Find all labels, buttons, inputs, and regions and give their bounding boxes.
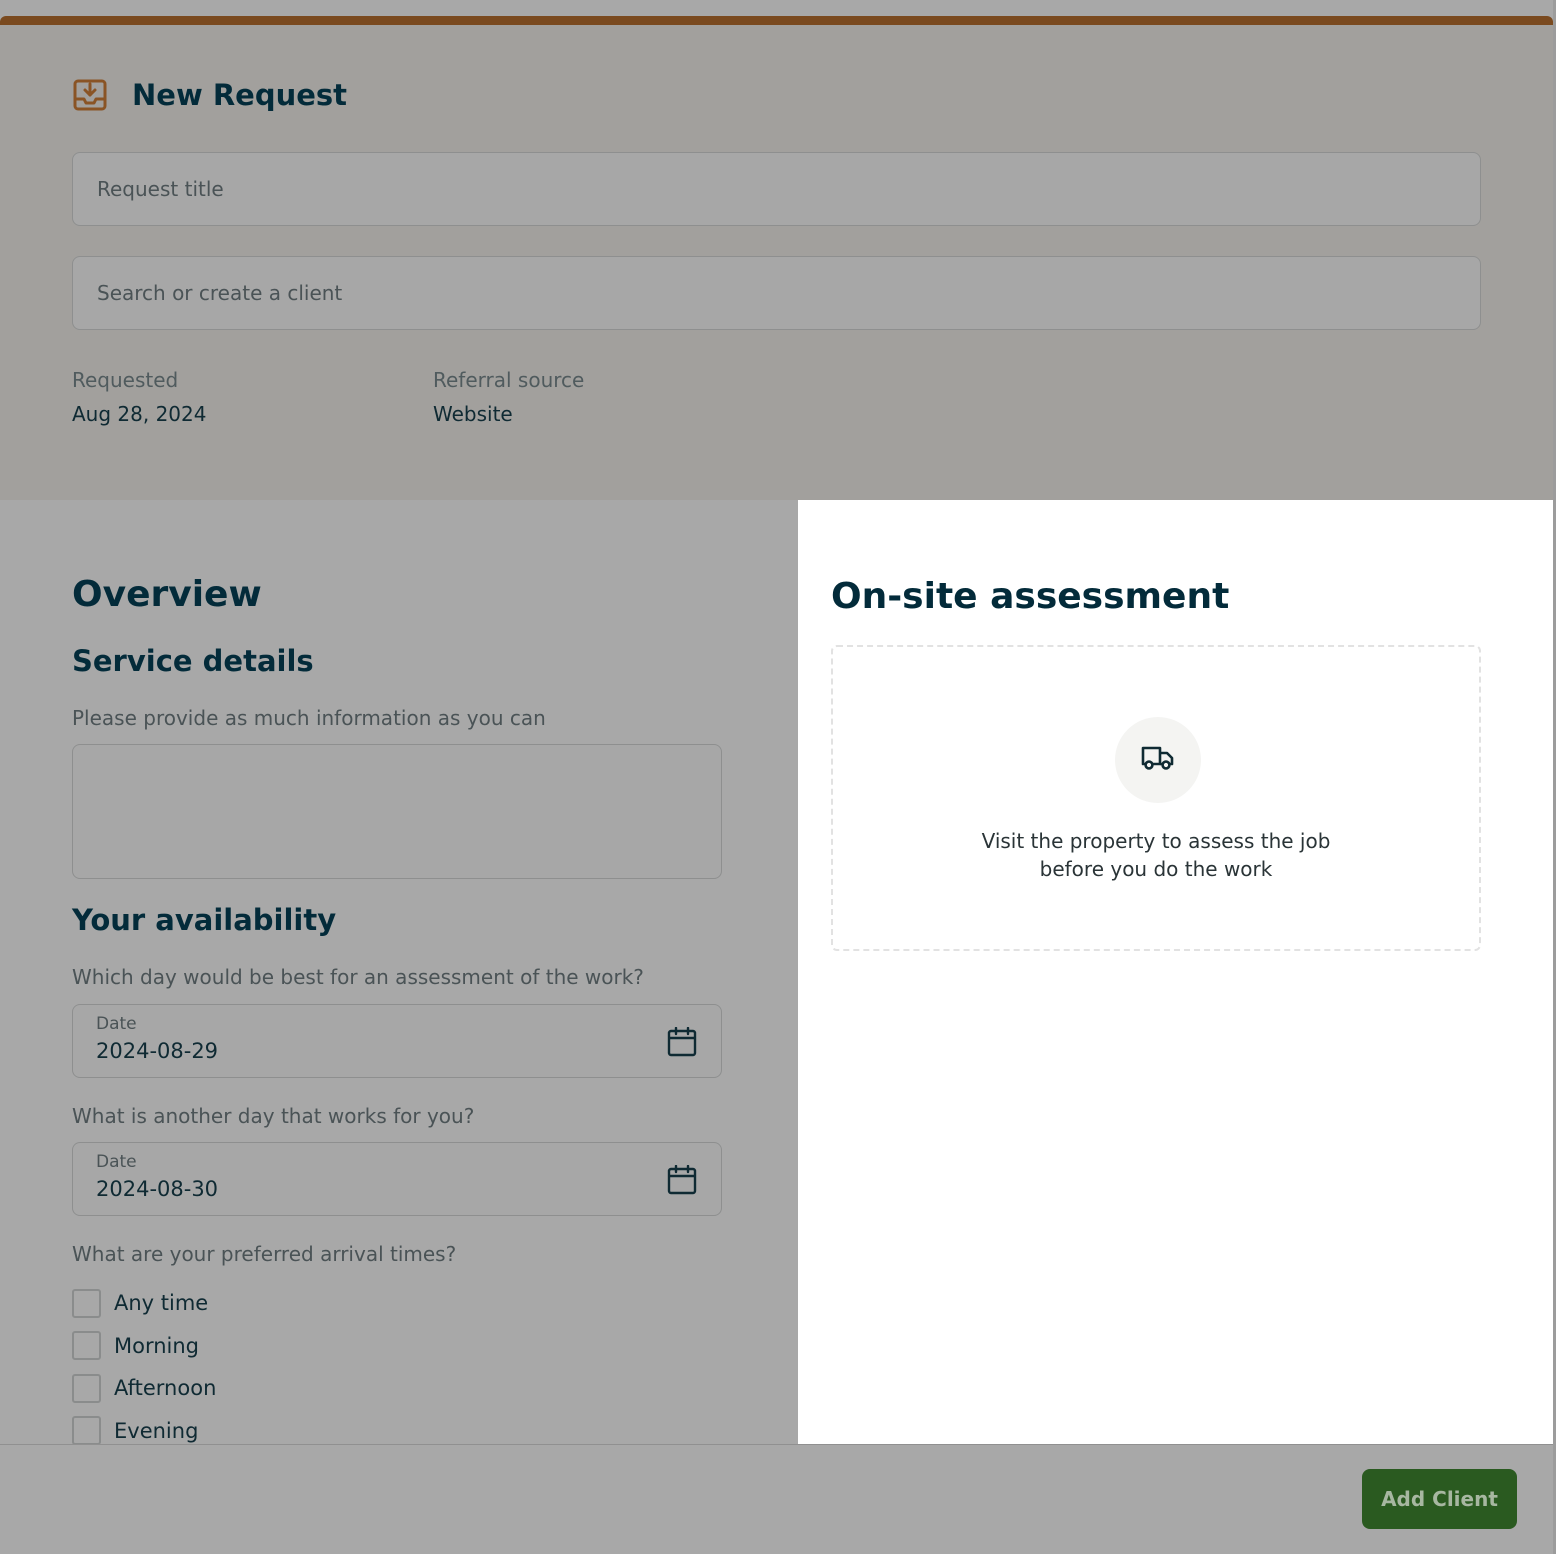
top-strip <box>0 0 1556 16</box>
service-details-textarea[interactable] <box>72 744 722 879</box>
assessment-placeholder[interactable]: Visit the property to assess the job bef… <box>831 645 1481 951</box>
checkbox-label: Any time <box>114 1291 209 1316</box>
requested-label: Requested <box>72 368 179 392</box>
first-date-input[interactable]: Date 2024-08-29 <box>72 1004 722 1078</box>
overview-heading: Overview <box>72 574 262 615</box>
client-search-input[interactable]: Search or create a client <box>72 256 1481 330</box>
checkbox[interactable] <box>72 1288 101 1318</box>
calendar-icon[interactable] <box>667 1164 697 1195</box>
checkbox-label: Afternoon <box>114 1376 217 1401</box>
title-row: New Request <box>72 77 347 113</box>
truck-icon-badge <box>1115 717 1201 803</box>
first-date-label: Date <box>96 1014 137 1034</box>
first-date-value: 2024-08-29 <box>96 1039 219 1063</box>
arrival-option-any-time[interactable]: Any time <box>72 1282 216 1325</box>
add-client-button[interactable]: Add Client <box>1362 1469 1517 1529</box>
onsite-assessment-heading: On-site assessment <box>831 576 1230 617</box>
assessment-panel: On-site assessment Visit the property to… <box>798 500 1553 1444</box>
assessment-description: Visit the property to assess the job bef… <box>833 827 1479 883</box>
calendar-icon[interactable] <box>667 1026 697 1057</box>
request-header: New Request Request title Search or crea… <box>0 25 1553 500</box>
checkbox[interactable] <box>72 1331 101 1361</box>
service-details-hint: Please provide as much information as yo… <box>72 706 546 730</box>
assessment-description-line-2: before you do the work <box>1039 857 1273 881</box>
footer-bar: Add Client <box>0 1444 1553 1554</box>
availability-heading: Your availability <box>72 903 337 937</box>
second-date-value: 2024-08-30 <box>96 1177 219 1201</box>
arrival-option-morning[interactable]: Morning <box>72 1325 216 1368</box>
second-day-question: What is another day that works for you? <box>72 1104 475 1128</box>
arrival-times-question: What are your preferred arrival times? <box>72 1242 457 1266</box>
accent-bar <box>0 16 1553 25</box>
overview-panel: Overview Service details Please provide … <box>0 500 798 1446</box>
page-title: New Request <box>132 78 348 112</box>
second-date-label: Date <box>96 1152 137 1172</box>
first-day-question: Which day would be best for an assessmen… <box>72 965 644 989</box>
service-details-heading: Service details <box>72 644 314 678</box>
request-title-input[interactable]: Request title <box>72 152 1481 226</box>
referral-value: Website <box>433 402 513 426</box>
assessment-description-line-1: Visit the property to assess the job <box>981 829 1331 853</box>
checkbox-label: Evening <box>114 1418 199 1443</box>
second-date-input[interactable]: Date 2024-08-30 <box>72 1142 722 1216</box>
referral-label: Referral source <box>433 368 585 392</box>
request-title-placeholder: Request title <box>97 177 224 201</box>
checkbox[interactable] <box>72 1416 101 1446</box>
arrival-times-list: Any time Morning Afternoon Evening <box>72 1282 216 1452</box>
client-search-placeholder: Search or create a client <box>97 281 343 305</box>
requested-value: Aug 28, 2024 <box>72 402 207 426</box>
arrival-option-afternoon[interactable]: Afternoon <box>72 1367 216 1410</box>
referral-info: Referral source Website <box>433 368 584 426</box>
checkbox-label: Morning <box>114 1333 200 1358</box>
truck-icon <box>1141 744 1175 776</box>
inbox-download-icon <box>72 77 108 113</box>
requested-info: Requested Aug 28, 2024 <box>72 368 206 426</box>
checkbox[interactable] <box>72 1373 101 1403</box>
